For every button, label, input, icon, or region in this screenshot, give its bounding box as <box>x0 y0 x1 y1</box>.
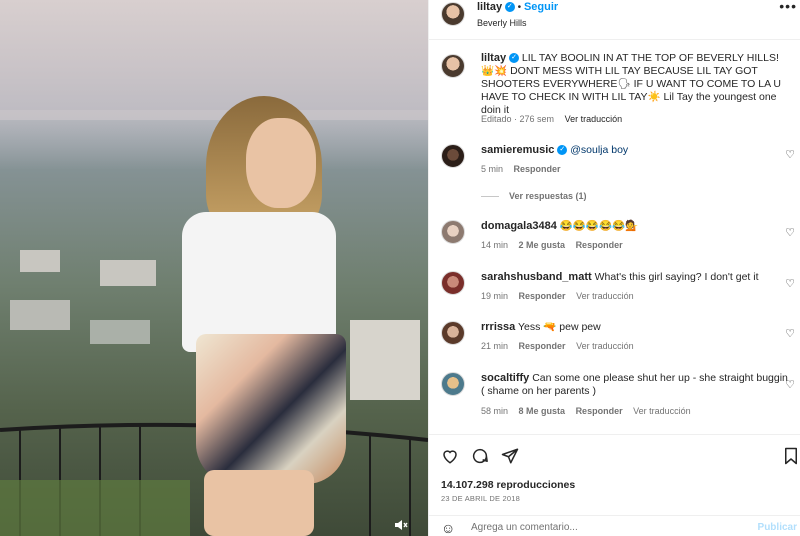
header-username[interactable]: liltay <box>477 1 502 13</box>
like-icon[interactable] <box>441 447 459 468</box>
comment-username[interactable]: sarahshusband_matt <box>481 271 592 283</box>
comments-list[interactable]: liltay ✓ LIL TAY BOOLIN IN AT THE TOP OF… <box>429 40 800 434</box>
like-heart-icon[interactable]: ♡ <box>785 378 795 391</box>
comment-username[interactable]: rrrissa <box>481 321 515 333</box>
comment-item: rrrissa Yess 🔫 pew pew 21 min Responder … <box>441 321 795 361</box>
see-translation-link[interactable]: Ver traducción <box>633 406 691 416</box>
likes-count[interactable]: 8 Me gusta <box>519 406 566 416</box>
more-options-icon[interactable]: ••• <box>779 0 797 14</box>
avatar[interactable] <box>441 321 465 345</box>
instagram-post-view: liltay ✓ • Seguir Beverly Hills ••• lilt… <box>0 0 800 536</box>
comment-body: What's this girl saying? I don't get it <box>594 271 759 283</box>
reply-button[interactable]: Responder <box>519 291 566 301</box>
caption-text: liltay ✓ LIL TAY BOOLIN IN AT THE TOP OF… <box>481 52 791 117</box>
like-heart-icon[interactable]: ♡ <box>785 327 795 340</box>
reply-button[interactable]: Responder <box>519 341 566 351</box>
comment-username[interactable]: samieremusic <box>481 144 554 156</box>
avatar[interactable] <box>441 2 465 26</box>
comment-text: sarahshusband_matt What's this girl sayi… <box>481 271 791 284</box>
comment-meta: 5 min Responder <box>481 164 569 174</box>
view-replies-label[interactable]: Ver respuestas (1) <box>509 191 587 201</box>
comment-username[interactable]: socaltiffy <box>481 372 529 384</box>
avatar[interactable] <box>441 144 465 168</box>
reply-button[interactable]: Responder <box>576 240 623 250</box>
comment-item: sarahshusband_matt What's this girl sayi… <box>441 271 795 311</box>
comment-meta: 14 min 2 Me gusta Responder <box>481 240 631 250</box>
building <box>20 250 60 272</box>
caption: liltay ✓ LIL TAY BOOLIN IN AT THE TOP OF… <box>441 52 793 124</box>
comment-item: domagala3484 😂😂😂😂😂💁 14 min 2 Me gusta Re… <box>441 220 795 260</box>
comment-time: 21 min <box>481 341 509 351</box>
like-heart-icon[interactable]: ♡ <box>785 148 795 161</box>
reply-button[interactable]: Responder <box>514 164 561 174</box>
see-translation-link[interactable]: Ver traducción <box>565 114 623 124</box>
comment-text: socaltiffy Can some one please shut her … <box>481 372 791 398</box>
comment-body: 😂😂😂😂😂💁 <box>559 220 639 232</box>
reply-button[interactable]: Responder <box>576 406 623 416</box>
post-date[interactable]: 23 DE ABRIL DE 2018 <box>441 494 520 503</box>
comment-time: 5 min <box>481 164 504 174</box>
post-panel: liltay ✓ • Seguir Beverly Hills ••• lilt… <box>428 0 800 536</box>
comment-text: rrrissa Yess 🔫 pew pew <box>481 321 791 334</box>
caption-meta: Editado · 276 sem Ver traducción <box>481 114 630 124</box>
person-wrap <box>196 334 346 484</box>
like-heart-icon[interactable]: ♡ <box>785 277 795 290</box>
comment-username[interactable]: domagala3484 <box>481 220 557 232</box>
building <box>350 320 420 400</box>
see-translation-link[interactable]: Ver traducción <box>576 341 634 351</box>
person-face <box>246 118 316 208</box>
caption-body: LIL TAY BOOLIN IN AT THE TOP OF BEVERLY … <box>481 52 781 116</box>
building <box>100 260 156 286</box>
header-user-row: liltay ✓ • Seguir <box>477 1 558 13</box>
comment-time: 58 min <box>481 406 509 416</box>
building <box>90 320 150 344</box>
emoji-icon[interactable]: ☺ <box>441 520 455 536</box>
building <box>10 300 70 330</box>
location-link[interactable]: Beverly Hills <box>477 18 527 28</box>
comment-body: Yess 🔫 pew pew <box>518 321 601 333</box>
follow-button[interactable]: Seguir <box>524 1 558 13</box>
comment-item: socaltiffy Can some one please shut her … <box>441 372 795 422</box>
verified-icon: ✓ <box>504 2 515 13</box>
comment-meta: 21 min Responder Ver traducción <box>481 341 642 351</box>
share-icon[interactable] <box>501 447 519 468</box>
post-header: liltay ✓ • Seguir Beverly Hills ••• <box>429 0 800 40</box>
edited-label: Editado · 276 sem <box>481 114 555 124</box>
comment-input[interactable]: Agrega un comentario... <box>471 522 578 533</box>
post-video[interactable] <box>0 0 428 536</box>
replies-line <box>481 196 499 198</box>
avatar[interactable] <box>441 54 465 78</box>
separator-dot: • <box>517 2 522 13</box>
comment-body[interactable]: @soulja boy <box>570 144 628 156</box>
verified-icon: ✓ <box>557 145 568 156</box>
save-bookmark-icon[interactable] <box>783 447 799 468</box>
person-legs <box>204 470 314 536</box>
comment-meta: 58 min 8 Me gusta Responder Ver traducci… <box>481 406 699 416</box>
comment-time: 14 min <box>481 240 509 250</box>
see-translation-link[interactable]: Ver traducción <box>576 291 634 301</box>
comment-time: 19 min <box>481 291 509 301</box>
verified-icon: ✓ <box>509 53 519 64</box>
view-replies-link[interactable]: Ver respuestas (1) <box>481 191 587 201</box>
post-actions: 14.107.298 reproducciones 23 DE ABRIL DE… <box>429 434 800 536</box>
like-heart-icon[interactable]: ♡ <box>785 226 795 239</box>
add-comment-bar: ☺ Agrega un comentario... Publicar <box>429 515 800 536</box>
caption-username[interactable]: liltay <box>481 52 506 64</box>
publish-button[interactable]: Publicar <box>758 522 797 533</box>
avatar[interactable] <box>441 271 465 295</box>
likes-count[interactable]: 2 Me gusta <box>519 240 566 250</box>
comment-text: samieremusic ✓ @soulja boy <box>481 144 791 157</box>
comment-icon[interactable] <box>471 447 489 468</box>
views-count[interactable]: 14.107.298 reproducciones <box>441 479 575 491</box>
comment-meta: 19 min Responder Ver traducción <box>481 291 642 301</box>
comment-text: domagala3484 😂😂😂😂😂💁 <box>481 220 791 233</box>
avatar[interactable] <box>441 372 465 396</box>
mute-icon[interactable] <box>394 518 412 536</box>
avatar[interactable] <box>441 220 465 244</box>
person-shirt <box>182 212 336 352</box>
